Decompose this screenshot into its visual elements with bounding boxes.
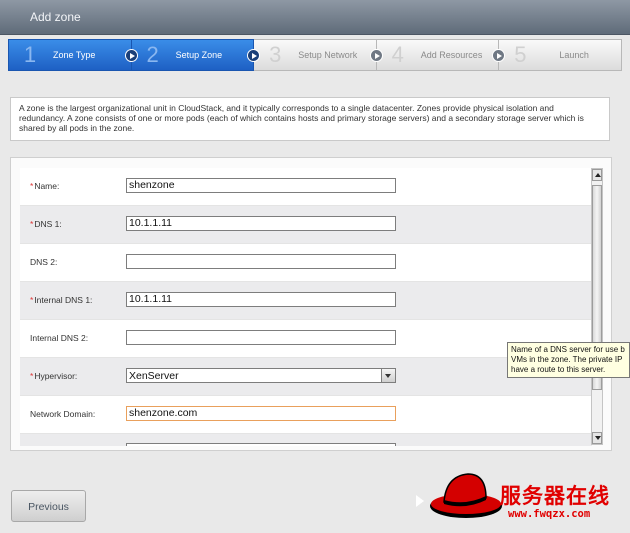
form-row-internal-dns1: *Internal DNS 1: 10.1.1.11 (20, 282, 592, 320)
step-add-resources[interactable]: 4 Add Resources (376, 39, 506, 71)
step-arrow-icon (124, 49, 138, 62)
required-marker: * (30, 371, 34, 381)
internal-dns2-label: Internal DNS 2: (30, 333, 89, 343)
zone-description: A zone is the largest organizational uni… (10, 97, 610, 141)
form-row-dns2: DNS 2: (20, 244, 592, 282)
step-number: 2 (146, 42, 159, 67)
partial-input[interactable] (126, 443, 396, 446)
dns2-label: DNS 2: (30, 257, 58, 267)
step-label: Add Resources (420, 50, 483, 60)
internal-dns1-label: *Internal DNS 1: (30, 295, 92, 305)
step-label: Setup Network (298, 50, 358, 60)
form-rows: *Name: shenzone *DNS 1: 10.1.1.11 DNS 2:… (20, 168, 592, 446)
step-setup-zone[interactable]: 2 Setup Zone (131, 39, 261, 71)
previous-button[interactable]: Previous (11, 490, 86, 522)
form-panel: *Name: shenzone *DNS 1: 10.1.1.11 DNS 2:… (10, 157, 612, 451)
step-label: Zone Type (53, 50, 96, 60)
required-marker: * (30, 181, 34, 191)
watermark-text: 服务器在线 (500, 484, 610, 508)
form-scrollbar[interactable] (591, 168, 603, 445)
next-arrow-icon[interactable] (416, 495, 424, 507)
form-row-network-domain: Network Domain: shenzone.com (20, 396, 592, 434)
hypervisor-select[interactable]: XenServer (126, 368, 396, 383)
dialog-titlebar: Add zone (0, 0, 630, 35)
scroll-up-icon[interactable] (592, 169, 602, 181)
dropdown-arrow-icon[interactable] (381, 369, 395, 382)
tooltip-line: have a route to this server. (511, 365, 606, 374)
tooltip-line: Name of a DNS server for use b (511, 345, 625, 354)
name-label: *Name: (30, 181, 59, 191)
form-row-partial (20, 434, 592, 446)
step-label: Setup Zone (175, 50, 223, 60)
dns1-label-text: DNS 1: (34, 219, 62, 229)
required-marker: * (30, 219, 34, 229)
dns1-input[interactable]: 10.1.1.11 (126, 216, 396, 231)
network-domain-label: Network Domain: (30, 409, 96, 419)
required-marker: * (30, 295, 34, 305)
step-arrow-icon (369, 49, 383, 62)
dns1-label: *DNS 1: (30, 219, 62, 229)
step-number: 4 (391, 42, 404, 67)
step-number: 1 (23, 42, 37, 67)
step-zone-type[interactable]: 1 Zone Type (8, 39, 138, 71)
internal-dns2-input[interactable] (126, 330, 396, 345)
step-number: 3 (269, 42, 282, 67)
form-row-name: *Name: shenzone (20, 168, 592, 206)
wizard-steps: 1 Zone Type 2 Setup Zone 3 Setup Network… (8, 39, 622, 71)
dialog-title: Add zone (30, 10, 81, 24)
hypervisor-selected-value: XenServer (129, 370, 179, 382)
step-label: Launch (559, 50, 589, 60)
form-row-dns1: *DNS 1: 10.1.1.11 (20, 206, 592, 244)
tooltip-line: VMs in the zone. The private IP (511, 355, 623, 364)
step-number: 5 (514, 42, 527, 67)
redhat-logo-icon (430, 473, 502, 518)
step-setup-network[interactable]: 3 Setup Network (254, 39, 383, 71)
watermark-url: www.fwqzx.com (508, 508, 591, 520)
name-input[interactable]: shenzone (126, 178, 396, 193)
hypervisor-label: *Hypervisor: (30, 371, 77, 381)
network-domain-input[interactable]: shenzone.com (126, 406, 396, 421)
scroll-down-icon[interactable] (592, 432, 602, 444)
step-launch[interactable]: 5 Launch (499, 39, 622, 71)
dns2-input[interactable] (126, 254, 396, 269)
hypervisor-label-text: Hypervisor: (34, 371, 78, 381)
internal-dns1-input[interactable]: 10.1.1.11 (126, 292, 396, 307)
dns-tooltip: Name of a DNS server for use b VMs in th… (507, 342, 630, 378)
internal-dns1-label-text: Internal DNS 1: (34, 295, 93, 305)
name-label-text: Name: (34, 181, 60, 191)
